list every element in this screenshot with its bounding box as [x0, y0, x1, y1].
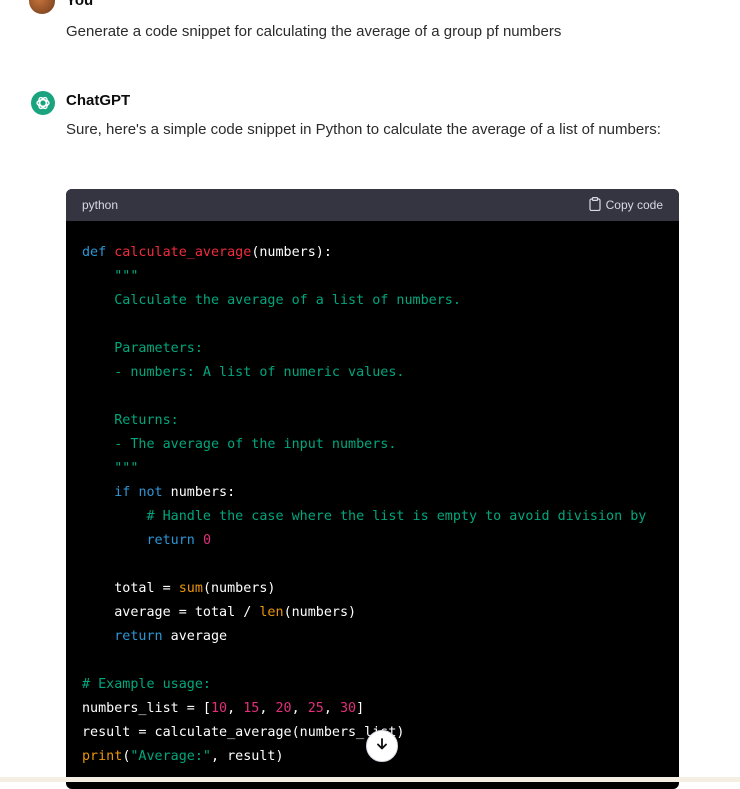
code-line: average = total / len(numbers) [82, 605, 357, 620]
code-line: # Handle the case where the list is empt… [146, 509, 647, 524]
user-message: Generate a code snippet for calculating … [66, 23, 562, 40]
code-line: # Example usage: [82, 677, 211, 692]
code-language-label: python [82, 198, 119, 212]
code-line: - The average of the input numbers. [82, 437, 397, 452]
code-line: Calculate the average of a list of numbe… [82, 293, 461, 308]
code-header: python Copy code [66, 189, 679, 221]
code-line: def calculate_average(numbers): [82, 245, 332, 260]
scroll-to-bottom-button[interactable] [366, 730, 398, 762]
code-line: numbers_list = [10, 15, 20, 25, 30] [82, 701, 365, 716]
code-line: - numbers: A list of numeric values. [82, 365, 405, 380]
code-line: ​ [82, 553, 663, 577]
code-line: if not numbers: [114, 485, 236, 500]
user-name: You [66, 0, 94, 9]
code-line: Parameters: [82, 341, 203, 356]
assistant-name: ChatGPT [66, 92, 131, 109]
code-line: """ [82, 461, 139, 476]
code-body: def calculate_average(numbers): """ Calc… [66, 221, 679, 789]
code-block: python Copy code def calculate_average(n… [66, 189, 679, 789]
code-line: return 0 [146, 533, 212, 548]
code-line: ​ [82, 649, 663, 673]
clipboard-icon [589, 196, 601, 214]
user-avatar [29, 0, 55, 14]
assistant-intro: Sure, here's a simple code snippet in Py… [66, 121, 661, 138]
code-line: """ [82, 269, 139, 284]
openai-logo-icon [31, 91, 55, 115]
arrow-down-icon [375, 737, 389, 756]
code-line: Returns: [82, 413, 179, 428]
copy-code-label: Copy code [605, 198, 663, 212]
code-line: return average [114, 629, 228, 644]
code-line: total = sum(numbers) [82, 581, 276, 596]
bottom-edge [0, 777, 740, 782]
copy-code-button[interactable]: Copy code [589, 196, 663, 214]
